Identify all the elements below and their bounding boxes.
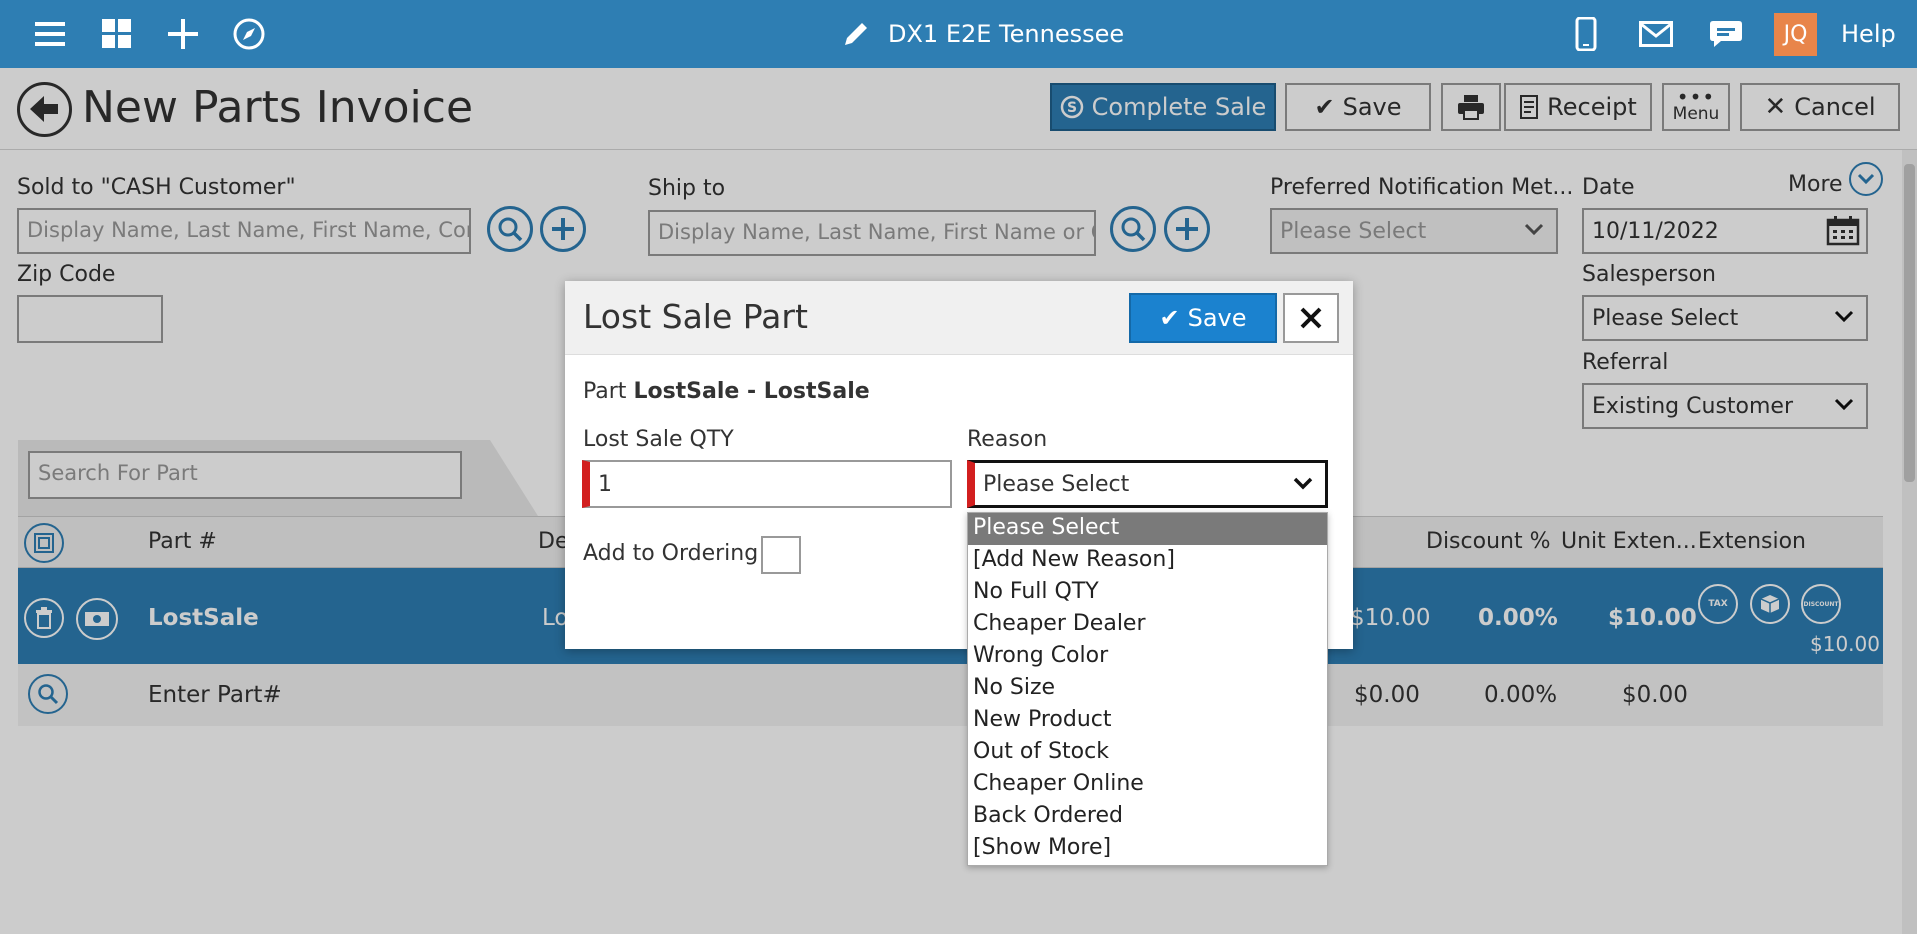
reason-option[interactable]: No Full QTY bbox=[968, 577, 1327, 609]
chevron-down-icon bbox=[1293, 477, 1313, 490]
dialog-close-button[interactable] bbox=[1283, 293, 1339, 343]
hamburger-menu-icon[interactable] bbox=[30, 14, 70, 54]
add-to-ordering-label: Add to Ordering bbox=[583, 541, 759, 566]
dealer-title: DX1 E2E Tennessee bbox=[888, 20, 1125, 48]
reason-option[interactable]: Please Select bbox=[968, 513, 1327, 545]
reason-dropdown-list: Please Select [Add New Reason] No Full Q… bbox=[967, 512, 1328, 866]
reason-option[interactable]: Cheaper Dealer bbox=[968, 609, 1327, 641]
dialog-title: Lost Sale Part bbox=[583, 297, 808, 336]
lost-sale-qty-input[interactable]: 1 bbox=[582, 460, 952, 508]
check-icon: ✔ bbox=[1159, 304, 1180, 332]
reason-option[interactable]: New Product bbox=[968, 705, 1327, 737]
dashboard-grid-icon[interactable] bbox=[97, 14, 137, 54]
reason-option[interactable]: [Show More] bbox=[968, 833, 1327, 865]
add-to-ordering-checkbox[interactable] bbox=[761, 536, 801, 574]
dialog-header: Lost Sale Part ✔ Save bbox=[565, 281, 1353, 355]
part-info: Part LostSale - LostSale bbox=[583, 379, 870, 404]
dialog-save-label: Save bbox=[1187, 304, 1247, 332]
chat-icon[interactable] bbox=[1706, 14, 1746, 54]
part-name: LostSale - LostSale bbox=[633, 379, 870, 404]
user-avatar[interactable]: JQ bbox=[1774, 13, 1817, 56]
lost-sale-qty-label: Lost Sale QTY bbox=[583, 427, 734, 452]
part-prefix: Part bbox=[583, 379, 627, 404]
reason-option[interactable]: No Size bbox=[968, 673, 1327, 705]
reason-option[interactable]: Wrong Color bbox=[968, 641, 1327, 673]
reason-select[interactable]: Please Select bbox=[967, 460, 1328, 508]
reason-value: Please Select bbox=[983, 472, 1130, 497]
dialog-save-button[interactable]: ✔ Save bbox=[1129, 293, 1277, 343]
compass-icon[interactable] bbox=[229, 14, 269, 54]
mobile-phone-icon[interactable] bbox=[1566, 14, 1606, 54]
reason-option[interactable]: Back Ordered bbox=[968, 801, 1327, 833]
help-link[interactable]: Help bbox=[1841, 20, 1896, 48]
close-icon bbox=[1300, 307, 1322, 329]
reason-option[interactable]: Out of Stock bbox=[968, 737, 1327, 769]
reason-option[interactable]: [Add New Reason] bbox=[968, 545, 1327, 577]
plus-icon[interactable] bbox=[163, 14, 203, 54]
reason-option[interactable]: Cheaper Online bbox=[968, 769, 1327, 801]
top-bar: DX1 E2E Tennessee JQ Help bbox=[0, 0, 1917, 68]
pencil-icon bbox=[836, 14, 876, 54]
reason-label: Reason bbox=[967, 427, 1048, 452]
mail-icon[interactable] bbox=[1636, 14, 1676, 54]
